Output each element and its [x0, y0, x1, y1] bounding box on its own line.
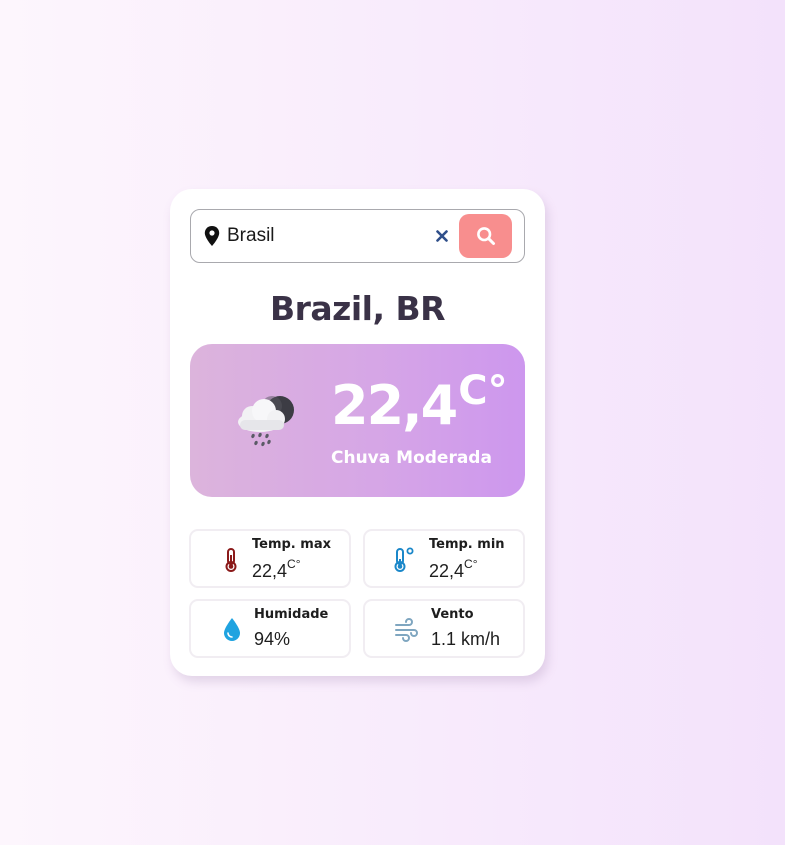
- wind-icon: [395, 618, 418, 642]
- wind-label: Vento: [431, 607, 474, 622]
- temp-min-value: 22,4C°: [429, 557, 478, 581]
- weather-description: Chuva Moderada: [331, 448, 492, 468]
- current-temperature: 22,4C°: [331, 371, 508, 433]
- humidity-value: 94%: [254, 629, 291, 649]
- clear-search-button[interactable]: [431, 225, 453, 247]
- search-icon: [476, 227, 495, 245]
- temp-min-label: Temp. min: [429, 537, 505, 552]
- location-title: Brazil, BR: [269, 289, 446, 328]
- search-input[interactable]: [227, 220, 427, 252]
- humidity-tile: Humidade 94%: [189, 599, 351, 658]
- wind-tile: Vento 1.1 km/h: [363, 599, 525, 658]
- search-button[interactable]: [459, 214, 512, 258]
- temp-max-value: 22,4C°: [252, 557, 301, 581]
- thermometer-cold-icon: [394, 547, 414, 572]
- humidity-label: Humidade: [254, 607, 329, 622]
- current-weather-panel: 22,4C° Chuva Moderada: [190, 344, 525, 497]
- water-drop-icon: [224, 618, 240, 641]
- wind-value: 1.1 km/h: [431, 629, 501, 649]
- close-icon: [436, 230, 448, 242]
- cloud-rain-moon-icon: [238, 396, 294, 447]
- temp-max-tile: Temp. max 22,4C°: [189, 529, 351, 588]
- temp-min-tile: Temp. min 22,4C°: [363, 529, 525, 588]
- location-pin-icon: [204, 226, 220, 246]
- thermometer-hot-icon: [225, 548, 237, 572]
- search-bar: [190, 209, 525, 263]
- temperature-value: 22,4: [331, 374, 458, 437]
- weather-card: Brazil, BR 22,4C° Chuva Moderada: [170, 189, 545, 676]
- temp-max-label: Temp. max: [252, 537, 331, 552]
- temperature-unit: C°: [458, 368, 508, 414]
